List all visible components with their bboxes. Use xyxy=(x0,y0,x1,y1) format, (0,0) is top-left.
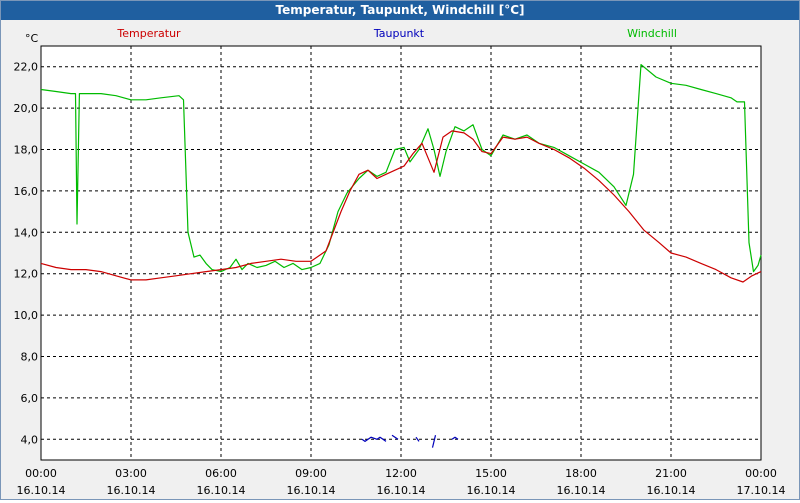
x-tick-date-label: 17.10.14 xyxy=(737,484,786,497)
y-tick-label: 18,0 xyxy=(14,144,39,157)
x-tick-time-label: 18:00 xyxy=(565,467,597,480)
x-tick-time-label: 15:00 xyxy=(475,467,507,480)
chart-panel: 4,0 6,0 8,0 10,0 12,0 14,0 16,0 18,0 20,0 22,0 00… xyxy=(1,20,799,499)
window-title: Temperatur, Taupunkt, Windchill [°C] xyxy=(1,1,799,20)
legend-windchill: Windchill xyxy=(627,27,677,40)
x-tick-time-label: 12:00 xyxy=(385,467,417,480)
y-tick-label: 20,0 xyxy=(14,102,39,115)
y-tick-label: 16,0 xyxy=(14,185,39,198)
legend-temperatur: Temperatur xyxy=(116,27,181,40)
chart-window: Temperatur, Taupunkt, Windchill [°C] 4,0… xyxy=(0,0,800,500)
x-tick-date-label: 16.10.14 xyxy=(467,484,516,497)
x-tick-time-label: 00:00 xyxy=(745,467,777,480)
line-chart: 4,0 6,0 8,0 10,0 12,0 14,0 16,0 18,0 20,0 22,0 00… xyxy=(1,20,799,499)
x-tick-date-label: 16.10.14 xyxy=(287,484,336,497)
y-tick-label: 4,0 xyxy=(21,433,39,446)
x-tick-date-label: 16.10.14 xyxy=(17,484,66,497)
x-tick-date-label: 16.10.14 xyxy=(107,484,156,497)
x-tick-date-label: 16.10.14 xyxy=(377,484,426,497)
x-tick-date-label: 16.10.14 xyxy=(557,484,606,497)
legend-taupunkt: Taupunkt xyxy=(373,27,425,40)
x-tick-date-label: 16.10.14 xyxy=(647,484,696,497)
x-tick-time-label: 09:00 xyxy=(295,467,327,480)
x-tick-date-label: 16.10.14 xyxy=(197,484,246,497)
y-tick-label: 22,0 xyxy=(14,61,39,74)
x-tick-time-label: 21:00 xyxy=(655,467,687,480)
y-axis-unit-label: °C xyxy=(25,32,39,45)
y-tick-label: 12,0 xyxy=(14,268,39,281)
y-tick-label: 6,0 xyxy=(21,392,39,405)
x-tick-time-label: 06:00 xyxy=(205,467,237,480)
y-tick-label: 14,0 xyxy=(14,226,39,239)
y-tick-label: 8,0 xyxy=(21,351,39,364)
x-tick-time-label: 00:00 xyxy=(25,467,57,480)
y-tick-label: 10,0 xyxy=(14,309,39,322)
x-tick-time-label: 03:00 xyxy=(115,467,147,480)
